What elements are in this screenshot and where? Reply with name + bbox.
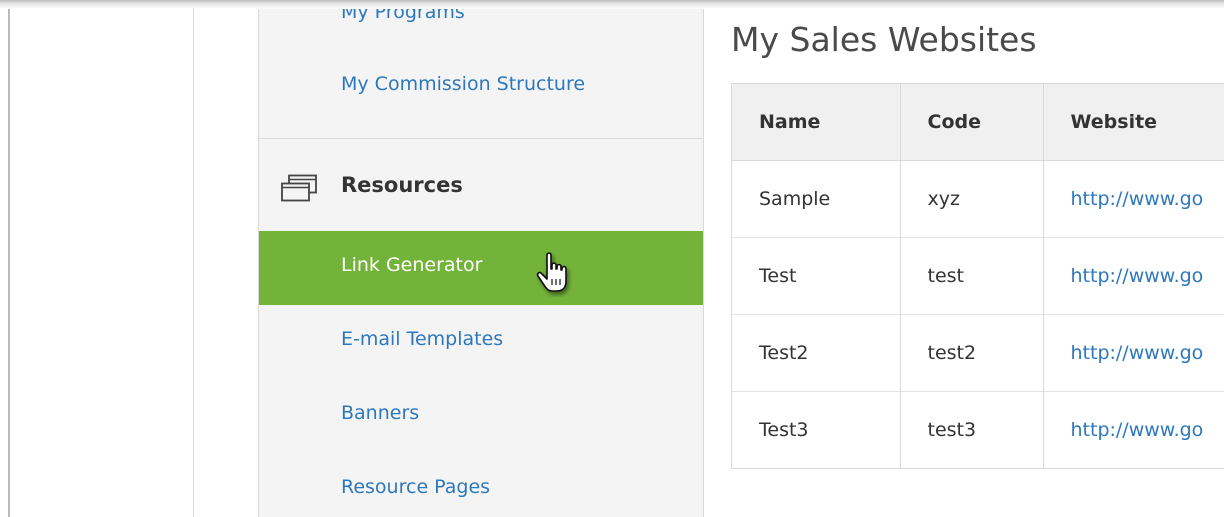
table-row: Test test http://www.go <box>732 237 1224 315</box>
cell-name: Test2 <box>732 314 901 392</box>
column-header-code[interactable]: Code <box>900 84 1044 161</box>
main-content: My Sales Websites Name Code Website Samp… <box>704 9 1224 517</box>
sidebar-item-label: Resource Pages <box>341 476 491 498</box>
sidebar-item-label: Banners <box>341 402 420 424</box>
table-header-row: Name Code Website <box>732 84 1224 161</box>
table-row: Test2 test2 http://www.go <box>732 314 1224 392</box>
table-row: Test3 test3 http://www.go <box>732 391 1224 468</box>
cell-name: Sample <box>732 160 901 238</box>
sidebar-item-banners[interactable]: Banners <box>259 379 703 453</box>
sales-websites-table: Name Code Website Sample xyz http://www.… <box>731 83 1224 469</box>
windows-icon <box>281 174 317 202</box>
cell-code: test3 <box>900 391 1044 468</box>
frame-border-left <box>8 9 10 517</box>
cell-name: Test <box>732 237 901 315</box>
sidebar-section-title: Resources <box>341 173 463 197</box>
hand-pointer-icon <box>536 252 567 292</box>
sidebar-item-link-generator[interactable]: Link Generator <box>259 231 703 305</box>
page-title: My Sales Websites <box>731 20 1037 59</box>
table-row: Sample xyz http://www.go <box>732 160 1224 238</box>
sidebar-link-commission-structure[interactable]: My Commission Structure <box>341 73 585 95</box>
cell-website-link[interactable]: http://www.go <box>1043 391 1224 468</box>
top-shadow <box>0 0 1224 9</box>
column-header-website[interactable]: Website <box>1043 84 1224 161</box>
sidebar-section-resources: Resources <box>259 139 703 231</box>
sidebar-item-label: E-mail Templates <box>341 328 504 350</box>
sidebar: My Programs My Commission Structure Reso… <box>259 9 703 517</box>
cell-website-link[interactable]: http://www.go <box>1043 160 1224 238</box>
cell-website-link[interactable]: http://www.go <box>1043 237 1224 315</box>
cell-code: xyz <box>900 160 1044 238</box>
sidebar-item-email-templates[interactable]: E-mail Templates <box>259 305 703 379</box>
sidebar-item-label: Link Generator <box>341 254 483 276</box>
column-divider <box>193 9 194 517</box>
column-header-name[interactable]: Name <box>732 84 901 161</box>
sidebar-link-my-programs[interactable]: My Programs <box>341 9 465 23</box>
cell-website-link[interactable]: http://www.go <box>1043 314 1224 392</box>
sidebar-item-resource-pages[interactable]: Resource Pages <box>259 453 703 517</box>
cell-code: test2 <box>900 314 1044 392</box>
cell-code: test <box>900 237 1044 315</box>
cell-name: Test3 <box>732 391 901 468</box>
